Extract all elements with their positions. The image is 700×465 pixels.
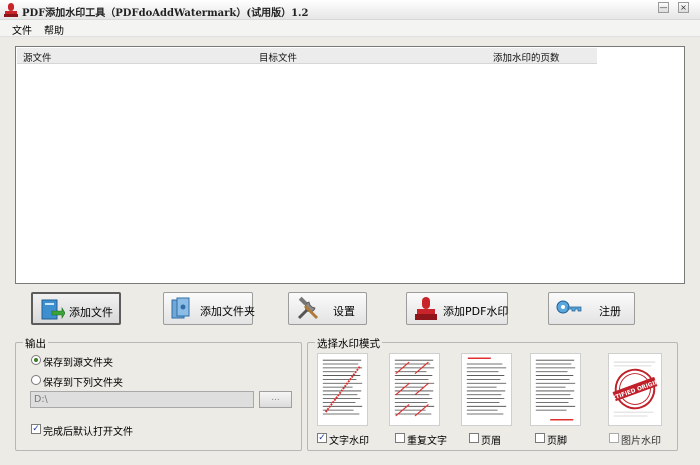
output-group-title: 输出 (23, 336, 48, 351)
stamp-icon (415, 297, 437, 320)
tools-icon (297, 296, 319, 320)
window-title: PDF添加水印工具（PDFdoAddWatermark）(试用版）1.2 (22, 8, 309, 19)
stamp-app-icon (4, 3, 18, 17)
column-source-file[interactable]: 源文件 (23, 50, 52, 64)
image-watermark-label[interactable]: 图片水印 (621, 432, 661, 447)
add-watermark-label: 添加PDF水印 (443, 305, 509, 318)
settings-label: 设置 (333, 305, 355, 318)
save-source-label[interactable]: 保存到源文件夹 (43, 354, 113, 369)
column-target-file[interactable]: 目标文件 (259, 50, 297, 64)
text-watermark-checkbox[interactable]: ✓ (317, 433, 327, 443)
menu-file[interactable]: 文件 (12, 22, 32, 37)
watermark-mode-title: 选择水印模式 (315, 336, 382, 351)
menu-help[interactable]: 帮助 (44, 22, 64, 37)
header-checkbox[interactable] (469, 433, 479, 443)
repeat-text-preview[interactable] (389, 353, 440, 426)
footer-checkbox[interactable] (535, 433, 545, 443)
column-watermark-pages[interactable]: 添加水印的页数 (493, 50, 560, 64)
add-folder-label: 添加文件夹 (200, 305, 255, 318)
repeat-text-checkbox[interactable] (395, 433, 405, 443)
save-source-radio[interactable] (31, 355, 41, 365)
add-file-icon (41, 299, 65, 320)
file-list[interactable]: 源文件 目标文件 添加水印的页数 (15, 46, 685, 284)
title-bar: PDF添加水印工具（PDFdoAddWatermark）(试用版）1.2 — × (0, 0, 700, 20)
header-label[interactable]: 页眉 (481, 432, 501, 447)
footer-label[interactable]: 页脚 (547, 432, 567, 447)
menu-bar: 文件 帮助 (0, 20, 700, 37)
output-path-input[interactable] (30, 391, 254, 408)
key-icon (556, 300, 582, 314)
close-button[interactable]: × (678, 2, 689, 13)
save-below-radio[interactable] (31, 375, 41, 385)
add-file-label: 添加文件 (69, 306, 113, 319)
add-file-button[interactable]: 添加文件 (31, 292, 121, 325)
image-watermark-preview[interactable]: CERTIFIED ORIGINAL (608, 353, 662, 426)
add-watermark-button[interactable]: 添加PDF水印 (406, 292, 508, 325)
minimize-button[interactable]: — (658, 2, 669, 13)
register-label: 注册 (599, 305, 621, 318)
table-header: 源文件 目标文件 添加水印的页数 (17, 48, 597, 64)
text-watermark-preview[interactable] (317, 353, 368, 426)
image-watermark-checkbox[interactable] (609, 433, 619, 443)
footer-preview[interactable] (530, 353, 581, 426)
add-folder-button[interactable]: 添加文件夹 (163, 292, 255, 325)
browse-button[interactable]: ... (259, 391, 292, 408)
register-button[interactable]: 注册 (548, 292, 635, 325)
header-preview[interactable] (461, 353, 512, 426)
save-below-label[interactable]: 保存到下列文件夹 (43, 374, 123, 389)
repeat-text-label[interactable]: 重复文字 (407, 432, 447, 447)
open-after-checkbox[interactable]: ✓ (31, 424, 41, 434)
settings-button[interactable]: 设置 (288, 292, 367, 325)
open-after-label[interactable]: 完成后默认打开文件 (43, 423, 133, 438)
text-watermark-label[interactable]: 文字水印 (329, 432, 369, 447)
add-folder-icon (171, 297, 190, 319)
